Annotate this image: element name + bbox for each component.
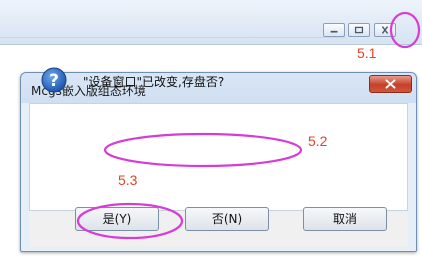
highlight-close-ellipse bbox=[389, 11, 421, 49]
highlight-message-ellipse bbox=[103, 132, 303, 168]
annotation-overlay bbox=[76, 11, 421, 240]
highlight-yes-ellipse bbox=[76, 202, 184, 240]
